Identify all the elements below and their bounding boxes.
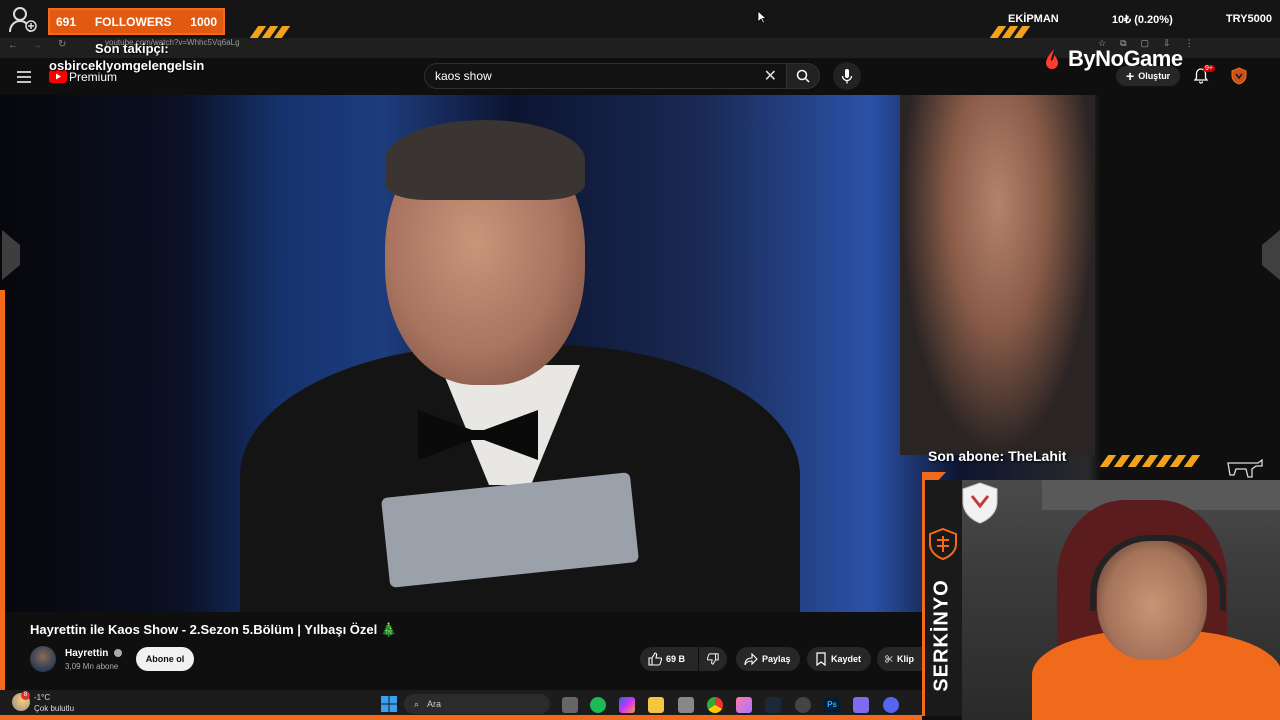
followers-goal-bar: 691 FOLLOWERS 1000 xyxy=(48,8,225,35)
team-shield-logo-icon xyxy=(962,482,998,524)
equipment-ticker: EKİPMAN 10₺ (0.20%) TRY5000 xyxy=(1000,0,1280,38)
plus-icon: + xyxy=(1126,68,1135,84)
clip-button[interactable]: Klip xyxy=(877,647,922,671)
share-icon xyxy=(744,652,758,666)
followers-goal: 1000 xyxy=(190,14,217,29)
streamer-name-text: SERKİNYO xyxy=(930,578,953,692)
voice-search-button[interactable] xyxy=(833,62,861,90)
subscriber-count: 3,09 Mn abone xyxy=(65,662,119,671)
shield-logo-icon xyxy=(1231,67,1247,85)
streamer-emblem-icon xyxy=(929,527,957,561)
thumbs-down-icon xyxy=(707,653,719,665)
microphone-icon xyxy=(841,69,853,84)
obs-icon[interactable] xyxy=(795,697,811,713)
search-icon xyxy=(796,69,810,83)
channel-avatar[interactable] xyxy=(30,646,56,672)
scissors-icon xyxy=(885,655,893,663)
clip-label: Klip xyxy=(897,654,914,664)
verified-badge-icon xyxy=(114,649,123,658)
weather-badge: 8 xyxy=(21,691,30,700)
subscribe-button[interactable]: Abone ol xyxy=(136,647,194,671)
like-count: 69 B xyxy=(666,654,686,664)
discord-icon[interactable] xyxy=(883,697,899,713)
overlay-stripes-sub xyxy=(1099,455,1210,467)
streamer-name: SERKİNYO xyxy=(925,560,959,710)
video-person-right xyxy=(900,95,1095,455)
video-person-hair xyxy=(385,120,585,200)
taskbar-search[interactable]: ⌕ Ara xyxy=(404,694,550,714)
notifications-button[interactable]: 9+ xyxy=(1193,65,1215,86)
notification-badge: 9+ xyxy=(1203,65,1215,72)
ticker-item: TRY5000 xyxy=(1225,13,1272,25)
webcam-feed xyxy=(962,480,1280,720)
forward-icon[interactable]: → xyxy=(32,40,42,51)
photoshop-icon[interactable]: Ps xyxy=(824,697,840,713)
bookmark-icon xyxy=(816,652,826,666)
taskbar-search-label: Ara xyxy=(427,699,442,709)
ticker-item: EKİPMAN xyxy=(1008,13,1059,25)
store-icon[interactable] xyxy=(678,697,694,713)
thumbs-up-icon xyxy=(648,652,662,666)
weather-temp: -1°C xyxy=(34,693,51,702)
last-follower-name: osbirceklyomgelengelsin xyxy=(49,58,205,73)
hamburger-menu-icon[interactable] xyxy=(17,70,31,83)
reload-icon[interactable]: ↻ xyxy=(58,39,66,50)
bynogame-flame-icon xyxy=(1046,49,1058,69)
last-subscriber-label: Son abone: TheLahit xyxy=(928,448,1067,464)
dislike-button[interactable] xyxy=(699,647,727,671)
create-label: Oluştur xyxy=(1138,71,1171,81)
windows-start-icon[interactable] xyxy=(381,696,397,712)
save-button[interactable]: Kaydet xyxy=(807,647,871,671)
account-avatar[interactable] xyxy=(1230,67,1248,85)
copilot-icon[interactable] xyxy=(619,697,635,713)
taskbar-search-icon: ⌕ xyxy=(414,698,420,709)
search-query-text: kaos show xyxy=(435,69,492,83)
create-button[interactable]: + Oluştur xyxy=(1116,66,1181,86)
share-button[interactable]: Paylaş xyxy=(736,647,800,671)
mouse-cursor-icon xyxy=(757,10,768,24)
video-title: Hayrettin ile Kaos Show - 2.Sezon 5.Bölü… xyxy=(30,622,398,637)
follower-user-icon xyxy=(8,4,38,34)
overlay-frame-bottom xyxy=(0,715,922,720)
app-icon[interactable] xyxy=(853,697,869,713)
overlay-frame-left xyxy=(0,290,5,690)
followers-label: FOLLOWERS xyxy=(94,14,172,29)
search-button[interactable] xyxy=(786,63,820,89)
task-view-icon[interactable] xyxy=(562,697,578,713)
back-icon[interactable]: ← xyxy=(8,40,18,51)
steam-icon[interactable] xyxy=(765,697,781,713)
clear-search-icon[interactable]: ✕ xyxy=(764,66,777,86)
search-input[interactable]: kaos show ✕ xyxy=(424,63,788,89)
spotify-icon[interactable] xyxy=(590,697,606,713)
channel-name: Hayrettin xyxy=(65,648,109,659)
save-label: Kaydet xyxy=(831,654,862,664)
followers-current: 691 xyxy=(56,14,77,29)
ticker-item: 10₺ (0.20%) xyxy=(1111,13,1173,26)
share-label: Paylaş xyxy=(762,654,791,664)
weather-desc: Çok bulutlu xyxy=(34,704,75,713)
last-follower-label: Son takipçi: xyxy=(95,41,169,56)
file-explorer-icon[interactable] xyxy=(648,697,664,713)
chrome-icon[interactable] xyxy=(707,697,723,713)
like-button[interactable]: 69 B xyxy=(640,647,698,671)
channel-name-link[interactable]: Hayrettin xyxy=(65,648,123,659)
photos-icon[interactable] xyxy=(736,697,752,713)
rifle-icon xyxy=(1226,455,1266,479)
overlay-stripes-left xyxy=(240,0,300,38)
